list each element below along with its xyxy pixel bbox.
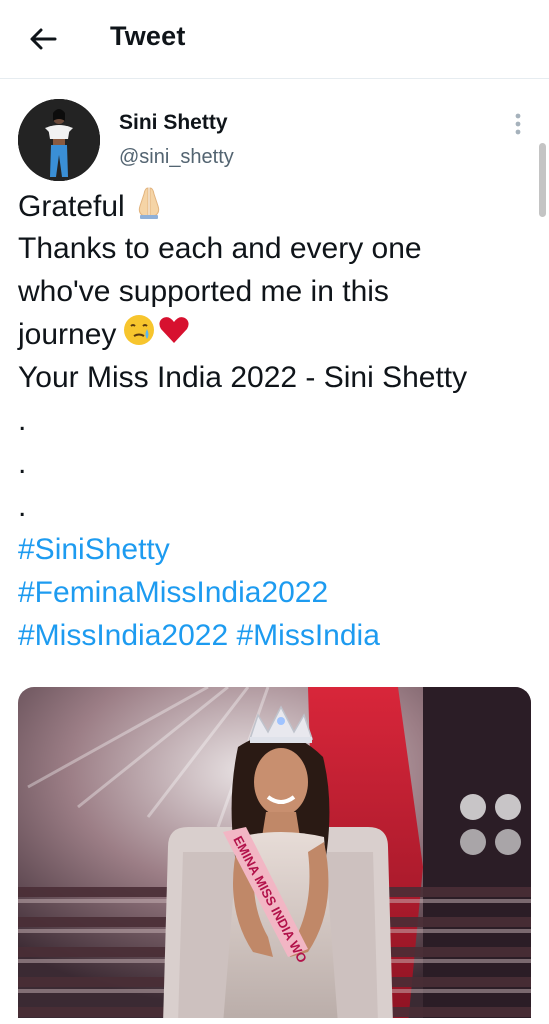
more-options-button[interactable]	[508, 111, 528, 137]
tweet-line: .	[18, 404, 27, 437]
tweet-line: Your Miss India 2022 - Sini Shetty	[18, 361, 468, 394]
photo: EMINA MISS INDIA WO	[18, 687, 531, 1024]
hashtag-link[interactable]: #FeminaMissIndia2022	[18, 576, 328, 609]
hashtag-link[interactable]: #SiniShetty	[18, 533, 170, 566]
author-handle[interactable]: @sini_shetty	[119, 146, 234, 169]
tweet-line: Thanks to each and every one	[18, 232, 422, 265]
folded-hands-icon	[131, 184, 167, 232]
tweet-line: journey	[18, 313, 533, 356]
tweet-line: .	[18, 490, 27, 523]
bottom-edge	[0, 1018, 549, 1024]
more-vertical-icon	[515, 113, 521, 135]
tweet-line: .	[18, 447, 27, 480]
tweet-line: Grateful	[18, 184, 533, 227]
author-name[interactable]: Sini Shetty	[119, 111, 228, 135]
tweet-line: #SiniShetty	[18, 528, 533, 571]
avatar-image	[18, 99, 100, 181]
tweet-line-text: Grateful	[18, 189, 125, 223]
red-heart-icon	[158, 314, 190, 358]
page-title: Tweet	[110, 21, 186, 51]
tweet-line-text: journey	[18, 318, 117, 351]
tweet-line: who've supported me in this	[18, 275, 389, 308]
tweet-text: Grateful Thanks to each and every one wh…	[18, 184, 533, 657]
tweet-media-image[interactable]: EMINA MISS INDIA WO	[18, 687, 531, 1024]
tweet-line: #MissIndia2022 #MissIndia	[18, 614, 533, 657]
crying-face-icon	[122, 313, 156, 359]
scrollbar[interactable]	[539, 143, 546, 217]
top-app-bar: Tweet	[0, 0, 549, 79]
hashtag-link[interactable]: #MissIndia2022	[18, 619, 228, 652]
avatar[interactable]	[18, 99, 100, 181]
tweet-line: #FeminaMissIndia2022	[18, 571, 533, 614]
arrow-left-icon	[30, 28, 57, 50]
hashtag-link[interactable]: #MissIndia	[236, 619, 379, 652]
back-button[interactable]	[26, 22, 60, 56]
